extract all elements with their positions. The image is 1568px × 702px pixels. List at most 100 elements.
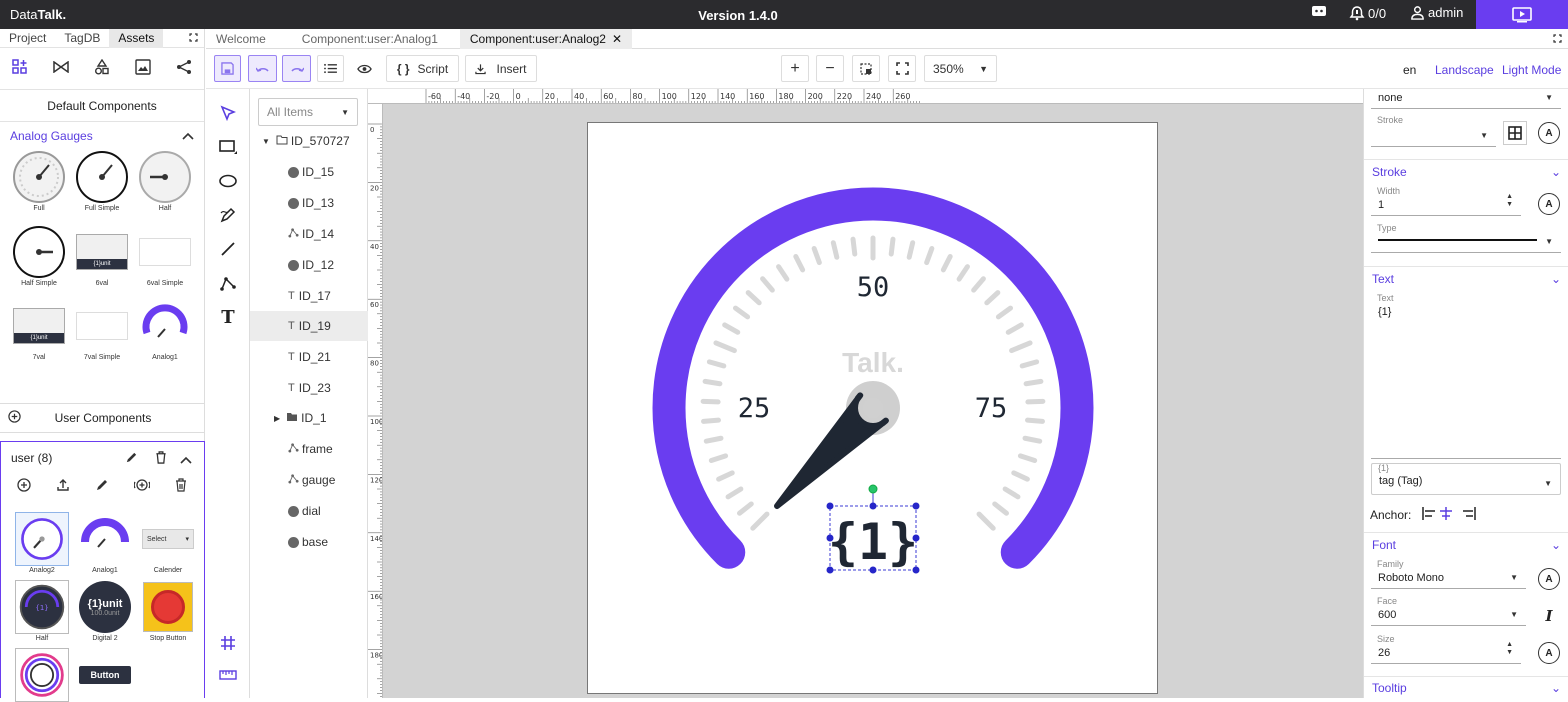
tab-assets[interactable]: Assets	[109, 28, 164, 48]
pen-tool[interactable]	[214, 201, 242, 229]
tree-item[interactable]: T ID_21	[250, 342, 368, 372]
add-copy-icon[interactable]	[133, 478, 151, 495]
tab-project[interactable]: Project	[0, 29, 55, 48]
add-circle-icon[interactable]	[8, 410, 21, 426]
thumb-6val-simple[interactable]: 6val Simple	[134, 225, 196, 296]
stepper-icon[interactable]: ▲ ▼	[1506, 193, 1513, 209]
stroke-width-input[interactable]: Width 1 ▲ ▼	[1371, 186, 1521, 216]
gauge-value-text[interactable]: {1}	[828, 513, 918, 571]
user-menu[interactable]: admin	[1410, 5, 1463, 20]
language-toggle[interactable]: en	[1403, 63, 1416, 77]
section-font[interactable]: Font ⌄	[1364, 532, 1568, 556]
section-stroke[interactable]: Stroke ⌄	[1364, 159, 1568, 183]
user-thumb-stop-button[interactable]: Stop Button	[137, 580, 199, 642]
edit-icon[interactable]	[125, 451, 138, 467]
text-tool[interactable]: T	[214, 303, 242, 331]
redo-button[interactable]	[282, 55, 311, 82]
category-analog-gauges[interactable]: Analog Gauges	[0, 122, 204, 150]
chevron-up-icon[interactable]	[182, 129, 194, 143]
insert-button[interactable]: Insert	[465, 55, 537, 82]
design-canvas[interactable]: Talk. 50 25 75 {1}	[383, 104, 1363, 698]
pointer-tool[interactable]	[214, 99, 242, 127]
tab-analog2[interactable]: Component:user:Analog2 ✕	[459, 28, 633, 49]
components-icon[interactable]	[12, 59, 28, 78]
tree-item[interactable]: T ID_17	[250, 281, 368, 311]
pencil-icon[interactable]	[95, 478, 109, 495]
tree-item[interactable]: dial	[250, 496, 368, 526]
anchor-start-icon[interactable]	[1422, 507, 1436, 523]
delete-icon[interactable]	[155, 451, 167, 467]
expand-panel-icon[interactable]	[180, 29, 204, 48]
user-thumb-calender[interactable]: Select ▾ Calender	[137, 512, 199, 574]
undo-button[interactable]	[248, 55, 277, 82]
rectangle-tool[interactable]	[214, 133, 242, 161]
trash-icon[interactable]	[175, 478, 187, 495]
anchor-middle-icon[interactable]	[1439, 507, 1453, 523]
tree-item[interactable]: base	[250, 527, 368, 557]
fill-select[interactable]: none ▼	[1371, 89, 1561, 109]
bowtie-icon[interactable]	[53, 60, 69, 76]
polyline-tool[interactable]	[214, 269, 242, 297]
preview-eye-button[interactable]	[351, 55, 378, 82]
thumb-7val-simple[interactable]: 7val Simple	[71, 299, 133, 370]
image-icon[interactable]	[135, 59, 151, 78]
palette-button[interactable]	[1503, 121, 1527, 145]
italic-icon[interactable]: I	[1538, 605, 1560, 627]
bind-stroke-icon[interactable]: A	[1538, 122, 1560, 144]
tree-item-group[interactable]: ▼ ID_570727	[250, 126, 368, 156]
orientation-toggle[interactable]: Landscape	[1435, 63, 1494, 77]
add-circle-icon[interactable]	[17, 478, 31, 495]
tree-item-selected[interactable]: T ID_19	[250, 311, 368, 341]
tree-item-group[interactable]: ▶ ID_1	[250, 403, 368, 433]
tree-item[interactable]: ID_12	[250, 250, 368, 280]
user-thumb-half[interactable]: {1} Half	[11, 580, 73, 642]
text-content-input[interactable]: Text {1}	[1371, 293, 1561, 459]
bind-size-icon[interactable]: A	[1538, 642, 1560, 664]
caret-right-icon[interactable]: ▶	[274, 414, 280, 423]
theme-toggle[interactable]: Light Mode	[1502, 63, 1561, 77]
section-text[interactable]: Text ⌄	[1364, 266, 1568, 290]
ruler-tool[interactable]	[214, 661, 242, 689]
chevron-up-icon[interactable]	[180, 453, 192, 467]
ellipse-tool[interactable]	[214, 167, 242, 195]
user-thumb-button[interactable]: Button	[74, 648, 136, 702]
chat-icon[interactable]	[1311, 5, 1327, 19]
anchor-end-icon[interactable]	[1462, 507, 1476, 523]
script-button[interactable]: { } Script	[386, 55, 459, 82]
save-button[interactable]	[214, 55, 241, 82]
user-thumb-ring[interactable]	[11, 648, 73, 702]
font-family-select[interactable]: Family Roboto Mono ▼	[1371, 559, 1526, 589]
grid-tool[interactable]	[214, 629, 242, 657]
tree-item[interactable]: frame	[250, 434, 368, 464]
zoom-select[interactable]: 350% ▼	[924, 55, 997, 82]
thumb-analog1[interactable]: Analog1	[134, 299, 196, 370]
thumb-full-simple[interactable]: Full Simple	[71, 150, 133, 221]
tree-item[interactable]: T ID_23	[250, 373, 368, 403]
stroke-color-select[interactable]: Stroke ▼	[1371, 115, 1496, 147]
tab-analog1[interactable]: Component:user:Analog1	[292, 29, 448, 49]
upload-icon[interactable]	[56, 478, 70, 495]
thumb-full[interactable]: Full	[8, 150, 70, 221]
list-button[interactable]	[317, 55, 344, 82]
preview-button[interactable]	[1476, 0, 1568, 29]
section-tooltip[interactable]: Tooltip ⌄	[1364, 676, 1568, 698]
parameter-select[interactable]: {1} tag (Tag) ▼	[1371, 463, 1561, 495]
tree-item[interactable]: ID_13	[250, 188, 368, 218]
thumb-7val[interactable]: {1}unit 7val	[8, 299, 70, 370]
stroke-type-select[interactable]: Type ▼	[1371, 223, 1561, 253]
zoom-out-button[interactable]: −	[816, 55, 844, 82]
thumb-6val[interactable]: {1}unit 6val	[71, 225, 133, 296]
bind-family-icon[interactable]: A	[1538, 568, 1560, 590]
tab-welcome[interactable]: Welcome	[206, 29, 276, 49]
tab-tagdb[interactable]: TagDB	[55, 29, 109, 48]
zoom-selection-button[interactable]	[852, 55, 880, 82]
alarm-indicator[interactable]: 0/0	[1349, 5, 1386, 21]
tree-item[interactable]: ID_14	[250, 219, 368, 249]
tree-item[interactable]: gauge	[250, 465, 368, 495]
bind-width-icon[interactable]: A	[1538, 193, 1560, 215]
font-size-input[interactable]: Size 26 ▲ ▼	[1371, 634, 1521, 664]
user-thumb-analog1[interactable]: Analog1	[74, 512, 136, 574]
user-thumb-analog2[interactable]: Analog2	[11, 512, 73, 574]
stepper-icon[interactable]: ▲ ▼	[1506, 641, 1513, 657]
thumb-half-simple[interactable]: Half Simple	[8, 225, 70, 296]
